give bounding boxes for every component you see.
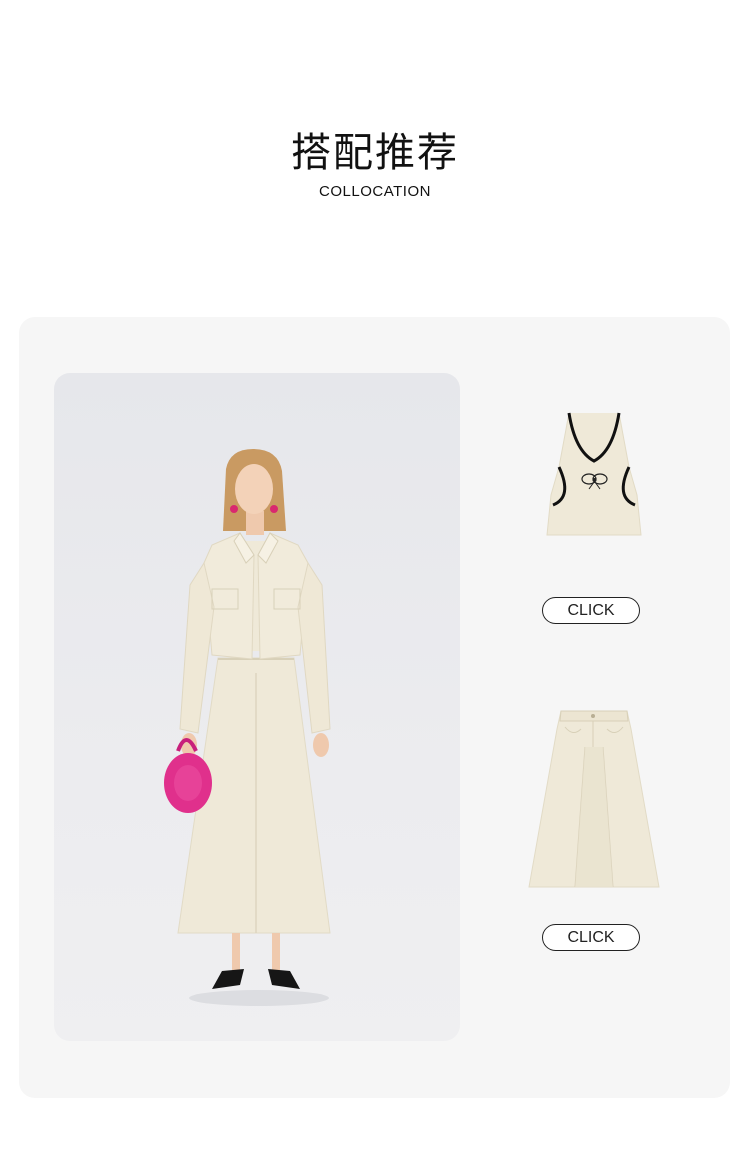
face — [235, 464, 273, 514]
product-maxi-skirt[interactable] — [519, 707, 669, 899]
section-title: 搭配推荐 — [291, 130, 459, 176]
halter-top-image — [546, 412, 642, 536]
shoe-right — [268, 969, 300, 989]
jacket-sleeve-left — [179, 561, 215, 734]
shoe-left — [212, 969, 244, 989]
section-header: 搭配推荐 COLLOCATION — [0, 128, 750, 202]
model-illustration — [164, 449, 331, 1006]
model-photo — [54, 373, 460, 1041]
pink-bag-highlight — [174, 765, 202, 801]
floor-shadow — [189, 990, 329, 1006]
click-button-halter-top[interactable]: CLICK — [542, 597, 640, 624]
jacket-sleeve-right — [297, 561, 331, 734]
product-halter-top[interactable] — [539, 405, 649, 547]
click-button-maxi-skirt[interactable]: CLICK — [542, 924, 640, 951]
wide-skirt-image — [528, 710, 660, 888]
section-subtitle: COLLOCATION — [319, 183, 431, 200]
earring-right — [270, 505, 278, 513]
neck — [246, 511, 264, 535]
collocation-card: CLICK CLICK — [19, 317, 730, 1098]
earring-left — [230, 505, 238, 513]
leg-left — [232, 933, 240, 973]
leg-right — [272, 933, 280, 973]
skirt-button — [591, 714, 595, 718]
hand-right — [313, 733, 329, 757]
